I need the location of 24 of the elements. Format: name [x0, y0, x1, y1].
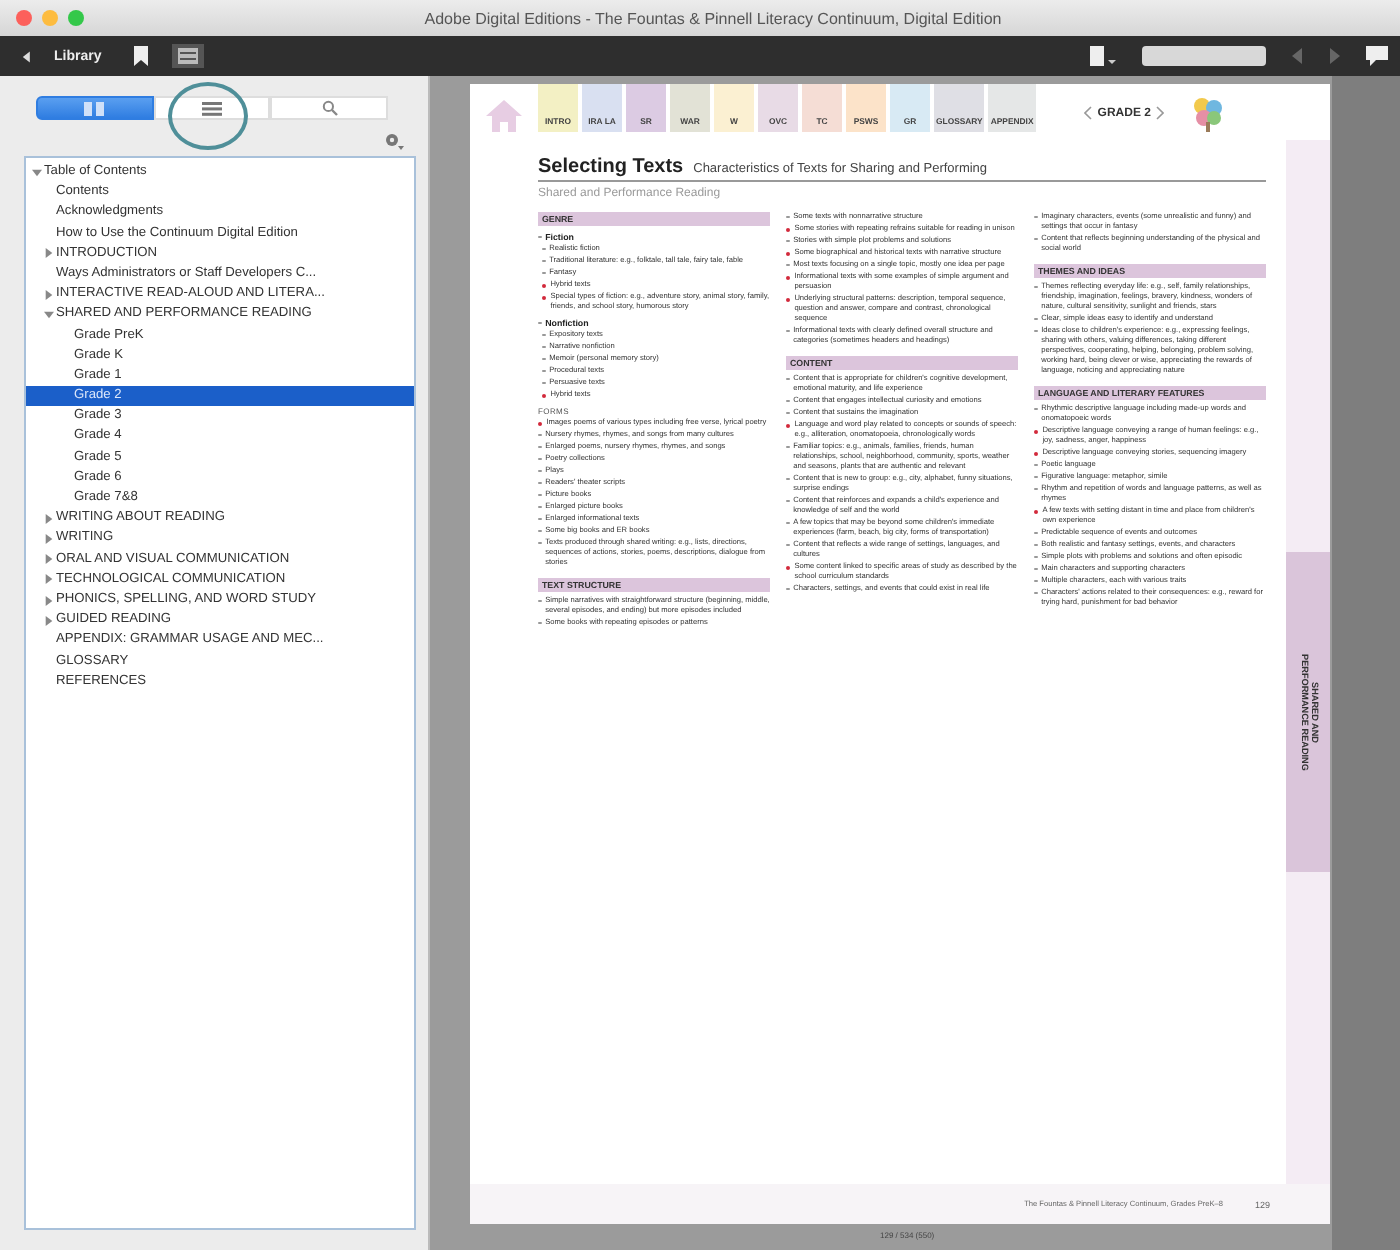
thumbnails-icon	[84, 101, 105, 115]
contents-tab[interactable]	[153, 96, 271, 120]
page-view-icon[interactable]	[1090, 46, 1118, 66]
back-icon	[20, 49, 34, 63]
search-tab[interactable]	[270, 96, 389, 120]
bookmark-icon[interactable]	[133, 46, 148, 66]
comment-icon[interactable]	[1366, 46, 1388, 66]
next-page-icon[interactable]	[1328, 46, 1342, 66]
next-grade-icon[interactable]	[1156, 106, 1165, 120]
thumbnails-tab[interactable]	[36, 96, 154, 120]
list-icon	[202, 101, 222, 115]
disclosure-triangle-icon[interactable]	[32, 167, 42, 178]
previous-page-icon[interactable]	[1290, 46, 1304, 66]
disclosure-triangle-icon[interactable]	[44, 248, 54, 259]
close-window-button[interactable]	[16, 10, 32, 26]
search-field[interactable]	[1142, 46, 1266, 66]
previous-grade-icon[interactable]	[1083, 106, 1092, 120]
window-title: Adobe Digital Editions - The Fountas & Pinnell Literacy Continuum, Digital Edition	[422, 9, 1004, 27]
zoom-window-button[interactable]	[68, 10, 84, 26]
list-view-icon[interactable]	[171, 44, 204, 68]
settings-icon[interactable]	[384, 132, 404, 150]
search-icon	[321, 100, 338, 116]
page-title: Selecting Texts	[538, 156, 684, 178]
annotation-circle	[168, 82, 248, 150]
